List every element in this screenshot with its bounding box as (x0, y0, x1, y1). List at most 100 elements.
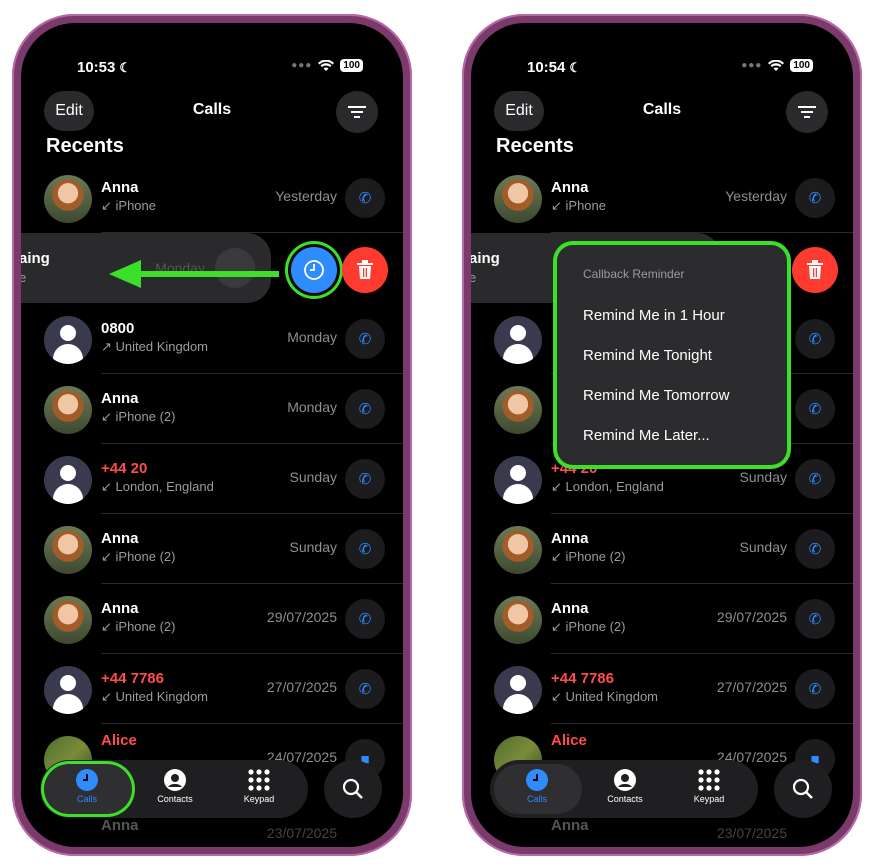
search-icon (342, 778, 363, 799)
call-row[interactable]: +44 7786 ↙ United Kingdom 27/07/2025 ✆ (21, 654, 403, 724)
person-circle-icon (614, 769, 636, 791)
call-detail: ↙ iPhone (2) (101, 549, 176, 564)
phone-icon: ✆ (358, 471, 372, 488)
call-button[interactable]: ✆ (345, 389, 385, 429)
callback-reminder-menu: Callback Reminder Remind Me in 1 Hour Re… (557, 245, 787, 465)
call-button[interactable]: ✆ (795, 529, 835, 569)
search-button[interactable] (774, 760, 832, 818)
tab-label: Calls (76, 794, 97, 804)
call-date: Yesterday (275, 188, 337, 204)
call-button[interactable]: ✆ (345, 529, 385, 569)
tab-calls[interactable]: Calls (502, 768, 572, 804)
call-button[interactable]: ✆ (795, 459, 835, 499)
call-date: Monday (287, 399, 337, 415)
contact-name: aing (471, 250, 500, 267)
tab-contacts[interactable]: Contacts (140, 768, 210, 804)
contact-avatar (494, 456, 542, 504)
call-detail: ↙ London, England (551, 479, 664, 494)
call-button[interactable]: ✆ (795, 669, 835, 709)
call-button[interactable]: ✆ (795, 599, 835, 639)
call-row[interactable]: Anna ↙ iPhone (2) Sunday ✆ (471, 514, 853, 584)
call-button[interactable]: ✆ (345, 459, 385, 499)
phone-icon: ✆ (808, 541, 822, 558)
call-detail: ↙ iPhone (2) (551, 619, 626, 634)
call-row[interactable]: Anna ↙ iPhone (2) Monday ✆ (21, 374, 403, 444)
call-date: Yesterday (725, 188, 787, 204)
contact-avatar (494, 596, 542, 644)
swipe-arrow-icon (109, 260, 279, 288)
contact-name: Anna (101, 179, 139, 196)
call-button[interactable]: ✆ (345, 178, 385, 218)
tab-bar: Calls Contacts Keypad (40, 760, 308, 818)
tab-calls[interactable]: Calls (52, 768, 122, 804)
contact-avatar (44, 596, 92, 644)
contact-name: Anna (101, 600, 139, 617)
keypad-icon (248, 769, 270, 791)
contact-name: Anna (101, 817, 139, 834)
call-detail: ↗ United Kingdom (101, 339, 209, 354)
contact-avatar (494, 316, 542, 364)
phone-icon: ✆ (358, 541, 372, 558)
contact-avatar (494, 175, 542, 223)
contact-name: Anna (101, 390, 139, 407)
filter-button[interactable] (336, 91, 378, 133)
call-date: Sunday (289, 539, 337, 555)
call-row[interactable]: Anna ↙ iPhone (2) 29/07/2025 ✆ (21, 584, 403, 654)
call-button[interactable]: ✆ (795, 389, 835, 429)
contact-name: Anna (551, 179, 589, 196)
tab-contacts[interactable]: Contacts (590, 768, 660, 804)
callback-reminder-button[interactable] (291, 247, 337, 293)
phone-icon: ✆ (358, 401, 372, 418)
filter-button[interactable] (786, 91, 828, 133)
tab-label: Contacts (157, 794, 193, 804)
menu-item-remind-1-hour[interactable]: Remind Me in 1 Hour (583, 307, 725, 324)
filter-icon (798, 106, 816, 118)
call-row[interactable]: 0800 ↗ United Kingdom Monday ✆ (21, 304, 403, 374)
contact-name: 0800 (101, 320, 135, 337)
phone-icon: ✆ (808, 190, 822, 207)
contact-name: +44 20 (101, 460, 148, 477)
wifi-icon (768, 59, 785, 71)
menu-item-remind-tomorrow[interactable]: Remind Me Tomorrow (583, 387, 729, 404)
tab-label: Contacts (607, 794, 643, 804)
tab-keypad[interactable]: Keypad (674, 768, 744, 804)
menu-title: Callback Reminder (583, 267, 685, 281)
call-button[interactable]: ✆ (345, 669, 385, 709)
search-button[interactable] (324, 760, 382, 818)
menu-item-remind-tonight[interactable]: Remind Me Tonight (583, 347, 712, 364)
call-button[interactable]: ✆ (345, 599, 385, 639)
menu-item-remind-later[interactable]: Remind Me Later... (583, 427, 710, 444)
call-row[interactable]: Anna ↙ iPhone (2) Sunday ✆ (21, 514, 403, 584)
tab-keypad[interactable]: Keypad (224, 768, 294, 804)
call-button[interactable]: ✆ (345, 319, 385, 359)
call-row[interactable]: Anna ↙ iPhone (2) 29/07/2025 ✆ (471, 584, 853, 654)
phone-screen: 10:53 ☾ ●●● 100 Edit Calls Recents Anna ↙… (21, 23, 403, 847)
call-detail: e (471, 270, 477, 285)
filter-icon (348, 106, 366, 118)
contact-name: Anna (551, 817, 589, 834)
call-detail: ↙ United Kingdom (551, 689, 659, 704)
call-date: 23/07/2025 (266, 825, 337, 841)
contact-avatar (494, 386, 542, 434)
signal-dots-icon: ●●● (741, 60, 763, 71)
phone-icon: ✆ (358, 331, 372, 348)
contact-name: aing (21, 250, 50, 267)
signal-dots-icon: ●●● (291, 60, 313, 71)
call-row[interactable]: Anna ↙ iPhone Yesterday ✆ (21, 163, 403, 233)
contact-name: Anna (551, 600, 589, 617)
call-detail: ↙ iPhone (101, 198, 156, 213)
call-row[interactable]: +44 20 ↙ London, England Sunday ✆ (21, 444, 403, 514)
call-button[interactable]: ✆ (795, 178, 835, 218)
contact-name: Alice (551, 732, 587, 749)
delete-button[interactable] (792, 247, 838, 293)
wifi-icon (318, 59, 335, 71)
call-date: 29/07/2025 (266, 609, 337, 625)
tab-label: Keypad (243, 794, 275, 804)
phone-icon: ✆ (808, 611, 822, 628)
delete-button[interactable] (342, 247, 388, 293)
call-row[interactable]: +44 7786 ↙ United Kingdom 27/07/2025 ✆ (471, 654, 853, 724)
call-date: Monday (287, 329, 337, 345)
call-button[interactable]: ✆ (795, 319, 835, 359)
contact-name: +44 7786 (551, 670, 614, 687)
call-row[interactable]: Anna ↙ iPhone Yesterday ✆ (471, 163, 853, 233)
